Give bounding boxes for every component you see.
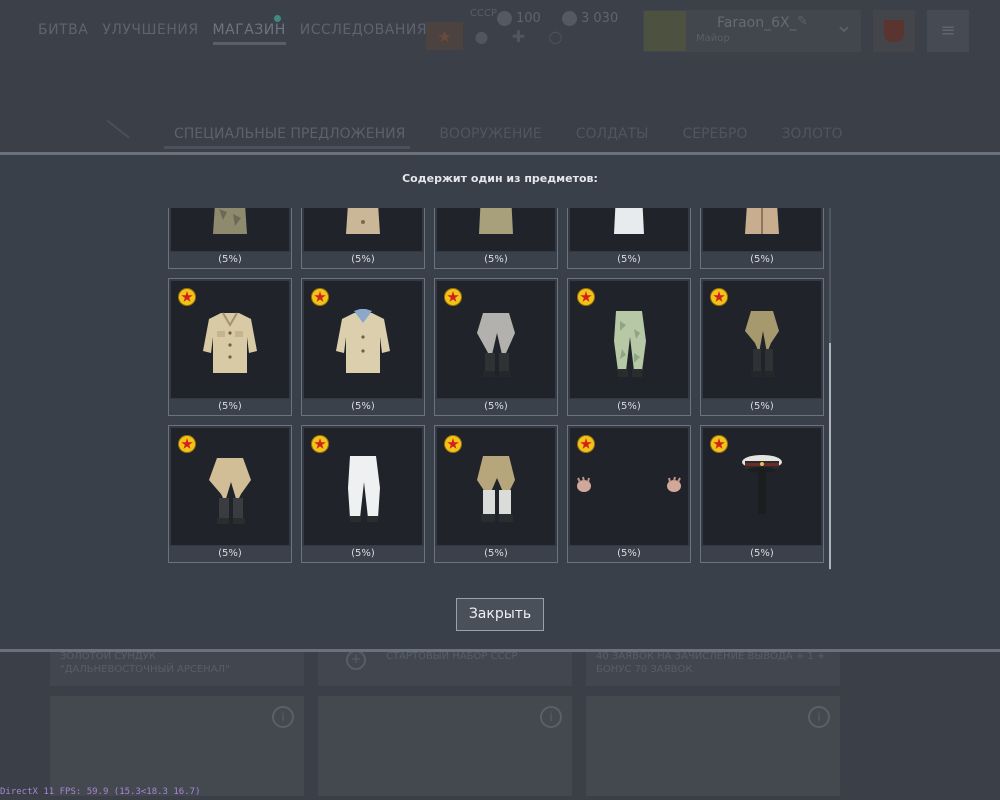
info-icon[interactable]: i: [808, 706, 830, 728]
offer-image[interactable]: i: [318, 696, 572, 796]
ring-tab-icon[interactable]: ○: [537, 22, 574, 50]
khaki-jacket-icon: [479, 208, 513, 234]
nav-battle[interactable]: БИТВА: [38, 22, 88, 45]
info-icon[interactable]: i: [272, 706, 294, 728]
close-button[interactable]: Закрыть: [456, 598, 544, 631]
drop-chance: (5%): [701, 399, 823, 415]
plus-icon: +: [346, 650, 366, 670]
drop-chance: (5%): [302, 546, 424, 562]
item-cell-khaki-jacket[interactable]: (5%): [434, 208, 558, 269]
item-image: [171, 208, 289, 251]
drop-chance: (5%): [169, 252, 291, 268]
fps-counter: DirectX 11 FPS: 59.9 (15.3<18.3 16.7): [0, 787, 201, 797]
item-image: [703, 208, 821, 251]
item-cell-camo-jacket[interactable]: (5%): [168, 208, 292, 269]
item-cell-tan-breeches[interactable]: (5%): [168, 425, 292, 563]
circle-tab-icon[interactable]: ●: [463, 22, 500, 50]
hamburger-menu-icon[interactable]: ≡: [927, 10, 969, 52]
drop-chance: (5%): [435, 399, 557, 415]
tab-weapons[interactable]: ВООРУЖЕНИЕ: [439, 126, 541, 142]
drop-chance: (5%): [568, 399, 690, 415]
rank-chevron-icon: ⌄: [834, 13, 854, 38]
item-cell-grey-breeches[interactable]: (5%): [434, 278, 558, 416]
item-cell-gloves[interactable]: (5%): [567, 425, 691, 563]
silver-coin-icon: [562, 11, 577, 26]
drop-chance: (5%): [568, 546, 690, 562]
country-emblem-button[interactable]: [873, 10, 915, 52]
drop-chance: (5%): [568, 252, 690, 268]
item-cell-beige-tunic-blue-collar[interactable]: (5%): [301, 278, 425, 416]
country-label: СССР: [470, 8, 497, 19]
red-star-badge-icon: [312, 289, 328, 305]
item-cell-beige-tunic[interactable]: (5%): [168, 278, 292, 416]
player-name: Faraon_6X_: [717, 15, 797, 31]
white-jacket-icon: [614, 208, 644, 234]
beige-jacket-icon: [346, 208, 380, 234]
gold-currency: 100: [497, 11, 541, 26]
item-cell-tan-coat[interactable]: (5%): [700, 208, 824, 269]
red-star-badge-icon: [711, 436, 727, 452]
squad-tabs: ★ ● ✚ ○: [426, 22, 576, 52]
offer-image[interactable]: i: [586, 696, 840, 796]
item-cell-green-camo-pants[interactable]: (5%): [567, 278, 691, 416]
active-tab-underline: [164, 146, 410, 149]
divider: [106, 119, 130, 139]
red-star-badge-icon: [445, 436, 461, 452]
tab-silver[interactable]: СЕРЕБРО: [682, 126, 747, 142]
drop-chance: (5%): [169, 399, 291, 415]
offer-card[interactable]: ЗОЛОТОЙ СУНДУК "ДАЛЬНЕВОСТОЧНЫЙ АРСЕНАЛ": [50, 646, 304, 686]
modal-title: Содержит один из предметов:: [402, 172, 598, 185]
item-image: [437, 208, 555, 251]
drop-chance: (5%): [302, 252, 424, 268]
item-cell-khaki-pants-gaiters[interactable]: (5%): [434, 425, 558, 563]
cross-tab-icon[interactable]: ✚: [500, 22, 537, 50]
drop-chance: (5%): [435, 252, 557, 268]
item-cell-white-pants[interactable]: (5%): [301, 425, 425, 563]
item-cell-peaked-cap[interactable]: (5%): [700, 425, 824, 563]
item-cell-beige-jacket[interactable]: (5%): [301, 208, 425, 269]
shop-tabs: СПЕЦИАЛЬНЫЕ ПРЕДЛОЖЕНИЯ ВООРУЖЕНИЕ СОЛДА…: [174, 126, 877, 142]
item-image: [304, 208, 422, 251]
item-cell-khaki-breeches[interactable]: (5%): [700, 278, 824, 416]
tab-special-offers[interactable]: СПЕЦИАЛЬНЫЕ ПРЕДЛОЖЕНИЯ: [174, 126, 405, 142]
tab-soldiers[interactable]: СОЛДАТЫ: [576, 126, 649, 142]
offer-image[interactable]: i: [50, 696, 304, 796]
tab-gold[interactable]: ЗОЛОТО: [781, 126, 842, 142]
chest-contents-modal: Содержит один из предметов: (5%) (5%) (5%)…: [0, 152, 1000, 652]
red-star-badge-icon: [179, 289, 195, 305]
red-star-badge-icon: [179, 436, 195, 452]
nav-research[interactable]: ИССЛЕДОВАНИЯ: [300, 22, 427, 45]
drop-chance: (5%): [701, 546, 823, 562]
silver-currency: 3 030: [562, 11, 618, 26]
star-tab-icon[interactable]: ★: [426, 22, 463, 50]
drop-chance: (5%): [435, 546, 557, 562]
scrollbar-thumb[interactable]: [829, 343, 831, 569]
player-rank: Майор: [696, 33, 730, 44]
drop-chance: (5%): [701, 252, 823, 268]
tan-coat-icon: [745, 208, 779, 234]
camo-jacket-icon: [213, 208, 247, 234]
edit-pencil-icon[interactable]: ✎: [797, 14, 808, 29]
drop-chance: (5%): [302, 399, 424, 415]
item-image: [570, 208, 688, 251]
gold-coin-icon: [497, 11, 512, 26]
nav-shop[interactable]: МАГАЗИН: [212, 22, 286, 45]
main-nav: БИТВА УЛУЧШЕНИЯ МАГАЗИН ИССЛЕДОВАНИЯ: [38, 22, 441, 45]
red-star-badge-icon: [711, 289, 727, 305]
item-cell-white-jacket[interactable]: (5%): [567, 208, 691, 269]
avatar: [644, 11, 686, 51]
info-icon[interactable]: i: [540, 706, 562, 728]
red-star-badge-icon: [578, 436, 594, 452]
items-grid: (5%) (5%) (5%) (5%) (5%) (5%) (5%) (5%) (5%) (5%)…: [168, 208, 826, 570]
red-star-badge-icon: [578, 289, 594, 305]
emblem-icon: [884, 20, 904, 42]
red-star-badge-icon: [445, 289, 461, 305]
offer-card[interactable]: + СТАРТОВЫЙ НАБОР СССР: [318, 646, 572, 686]
red-star-badge-icon: [312, 436, 328, 452]
offer-card[interactable]: 40 ЗАЯВОК НА ЗАЧИСЛЕНИЕ ВЫВОДА + 1 + БОН…: [586, 646, 840, 686]
notification-dot: [274, 15, 281, 22]
drop-chance: (5%): [169, 546, 291, 562]
nav-upgrades[interactable]: УЛУЧШЕНИЯ: [102, 22, 198, 45]
